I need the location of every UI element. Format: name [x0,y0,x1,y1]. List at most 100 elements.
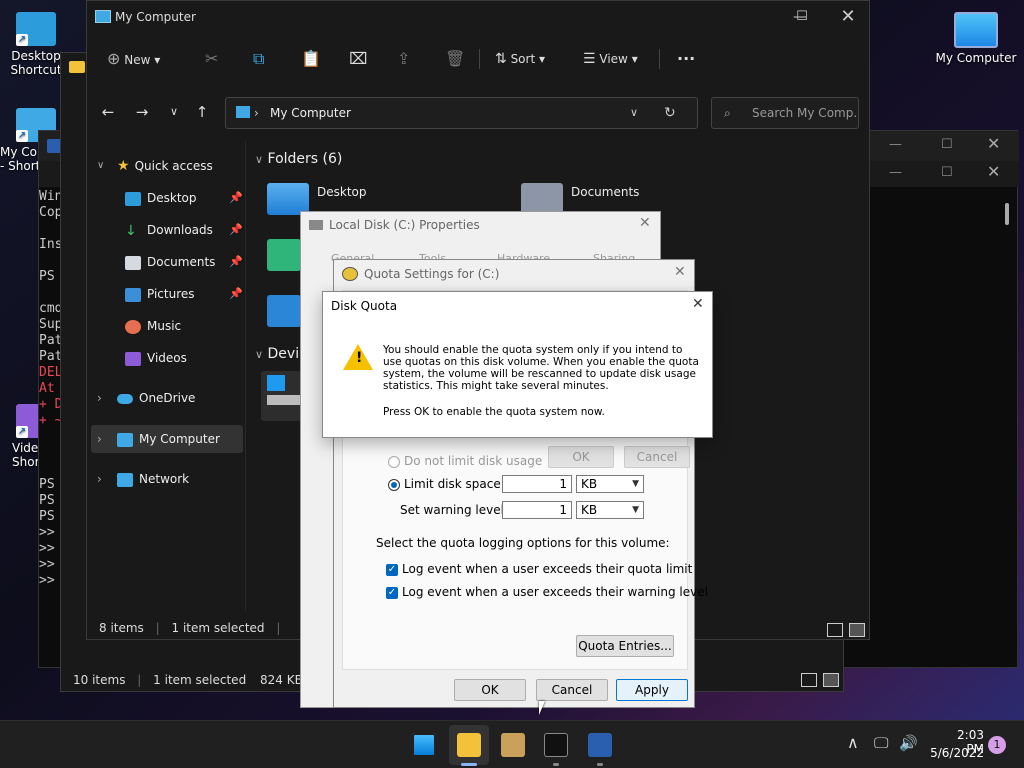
cut-icon[interactable]: ✂ [205,41,218,77]
warning-unit-select[interactable]: KB ▼ [576,501,644,519]
close-button[interactable]: ✕ [674,264,686,280]
divider [659,49,660,69]
ok-button[interactable]: OK [454,679,526,701]
pictures-folder-icon[interactable] [267,295,301,327]
copy-icon[interactable]: ⧉ [253,41,264,77]
close-button[interactable]: ✕ [825,1,871,33]
warning-value-input[interactable]: 1 [502,501,572,519]
devices-group-header[interactable]: ∨ Devic [255,346,307,362]
share-icon[interactable]: ⇪ [397,41,410,77]
close-button[interactable]: ✕ [987,134,1000,153]
limit-unit-select[interactable]: KB ▼ [576,475,644,493]
up-arrow-icon[interactable]: ↑ [191,101,213,123]
apply-button[interactable]: Apply [616,679,688,701]
nav-item-videos[interactable]: Videos [125,345,187,371]
warning-prompt: Press OK to enable the quota system now. [383,406,605,418]
folder-desktop-label[interactable]: Desktop [317,185,367,199]
logging-label: Select the quota logging options for thi… [376,536,670,550]
limit-value-input[interactable]: 1 [502,475,572,493]
taskbar: ∧ 🖵 🔊 2:03 PM 5/6/2022 1 [0,720,1024,768]
close-button[interactable]: ✕ [639,215,651,231]
pane-divider [245,141,246,611]
nav-item-downloads[interactable]: ↓ Downloads 📌 [125,217,283,243]
active-indicator [461,763,477,766]
downloads-folder-icon[interactable] [267,239,301,271]
chevron-down-icon: ▼ [632,479,639,489]
folders-group-header[interactable]: ∨ Folders (6) [255,151,342,167]
sort-button[interactable]: ⇅ Sort ▾ [495,41,545,77]
nav-item-quick-access[interactable]: ★ Quick access [117,153,213,179]
maximize-button[interactable]: ☐ [941,137,953,152]
paint-icon[interactable] [501,733,525,757]
maximize-button-2[interactable]: ☐ [941,165,953,180]
forward-arrow-icon[interactable]: → [131,101,153,123]
windows-start-icon[interactable] [412,733,436,757]
clock-date[interactable]: 5/6/2022 [928,746,984,760]
details-view-icon[interactable] [801,673,817,687]
breadcrumb-chevron-icon: › [254,106,259,120]
view-button[interactable]: ☰ View ▾ [583,41,638,77]
expand-chevron-icon[interactable]: › [97,385,102,411]
nav-item-music[interactable]: Music [125,313,181,339]
delete-icon[interactable]: 🗑 [445,41,465,77]
network-icon[interactable]: 🖵 [874,734,888,752]
minimize-button-2[interactable]: — [889,165,902,180]
address-dropdown-icon[interactable]: ∨ [630,98,638,128]
file-explorer-icon[interactable] [457,733,481,757]
powershell-icon[interactable] [588,733,612,757]
download-icon: ↓ [125,222,137,239]
quota-entries-button[interactable]: Quota Entries... [576,635,674,657]
notification-badge[interactable]: 1 [988,736,1006,754]
expand-chevron-icon[interactable]: › [97,426,102,452]
pin-icon[interactable]: 📌 [229,185,243,211]
nav-item-my-computer[interactable]: My Computer [117,426,220,452]
refresh-icon[interactable]: ↻ [664,98,676,128]
star-icon: ★ [117,158,130,174]
chevron-up-icon[interactable]: ∧ [847,733,859,752]
search-input[interactable]: ⌕ Search My Comp... [711,97,859,129]
checkmark-icon: ✓ [386,586,398,599]
minimize-button[interactable]: — [889,137,902,152]
nav-item-network[interactable]: Network [117,466,189,492]
drive-icon [267,395,301,405]
my-computer-icon[interactable]: My Computer [934,12,1018,65]
behind-ok-button: OK [548,446,614,468]
pin-icon[interactable]: 📌 [229,217,243,243]
checkmark-icon: ✓ [386,563,398,576]
address-bar[interactable]: › My Computer ∨ ↻ [225,97,698,129]
paste-icon[interactable]: 📋 [301,41,321,77]
cancel-button[interactable]: Cancel [536,679,608,701]
status-bar-2: 10 items | 1 item selected 824 KB | [73,673,319,687]
expand-chevron-icon[interactable]: ∨ [97,153,104,179]
expand-chevron-icon[interactable]: › [97,466,102,492]
chevron-down-icon: ▼ [632,505,639,515]
log-warning-checkbox[interactable]: ✓ Log event when a user exceeds their war… [386,585,708,599]
nav-item-documents[interactable]: Documents 📌 [125,249,283,275]
limit-option[interactable]: Limit disk space to [388,477,517,491]
maximize-button[interactable]: ☐ [779,1,825,33]
volume-icon[interactable]: 🔊 [899,734,918,752]
details-view-icon[interactable] [827,623,843,637]
more-options-button[interactable]: ··· [677,41,695,77]
nav-item-desktop[interactable]: Desktop 📌 [125,185,283,211]
disk-quota-dialog[interactable]: Disk Quota ✕ ! You should enable the quo… [322,291,713,438]
tiles-view-icon[interactable] [849,623,865,637]
nav-item-onedrive[interactable]: OneDrive [117,385,195,411]
no-limit-option[interactable]: Do not limit disk usage [388,454,542,468]
new-button[interactable]: ⊕ New ▾ [107,41,160,77]
tiles-view-icon[interactable] [823,673,839,687]
chevron-down-icon[interactable]: ∨ [163,101,185,123]
close-button[interactable]: ✕ [692,296,704,312]
terminal-scrollbar[interactable] [1005,203,1009,225]
log-limit-checkbox[interactable]: ✓ Log event when a user exceeds their quo… [386,562,692,576]
folder-documents-label[interactable]: Documents [571,185,639,199]
pin-icon[interactable]: 📌 [229,249,243,275]
back-arrow-icon[interactable]: ← [97,101,119,123]
close-button-2[interactable]: ✕ [987,162,1000,181]
nav-item-pictures[interactable]: Pictures 📌 [125,281,283,307]
terminal-icon[interactable] [544,733,568,757]
quota-icon [342,267,358,281]
explorer-titlebar[interactable]: My Computer — ✕ [87,1,869,33]
rename-icon[interactable]: ⌧ [349,41,367,77]
pin-icon[interactable]: 📌 [229,281,243,307]
